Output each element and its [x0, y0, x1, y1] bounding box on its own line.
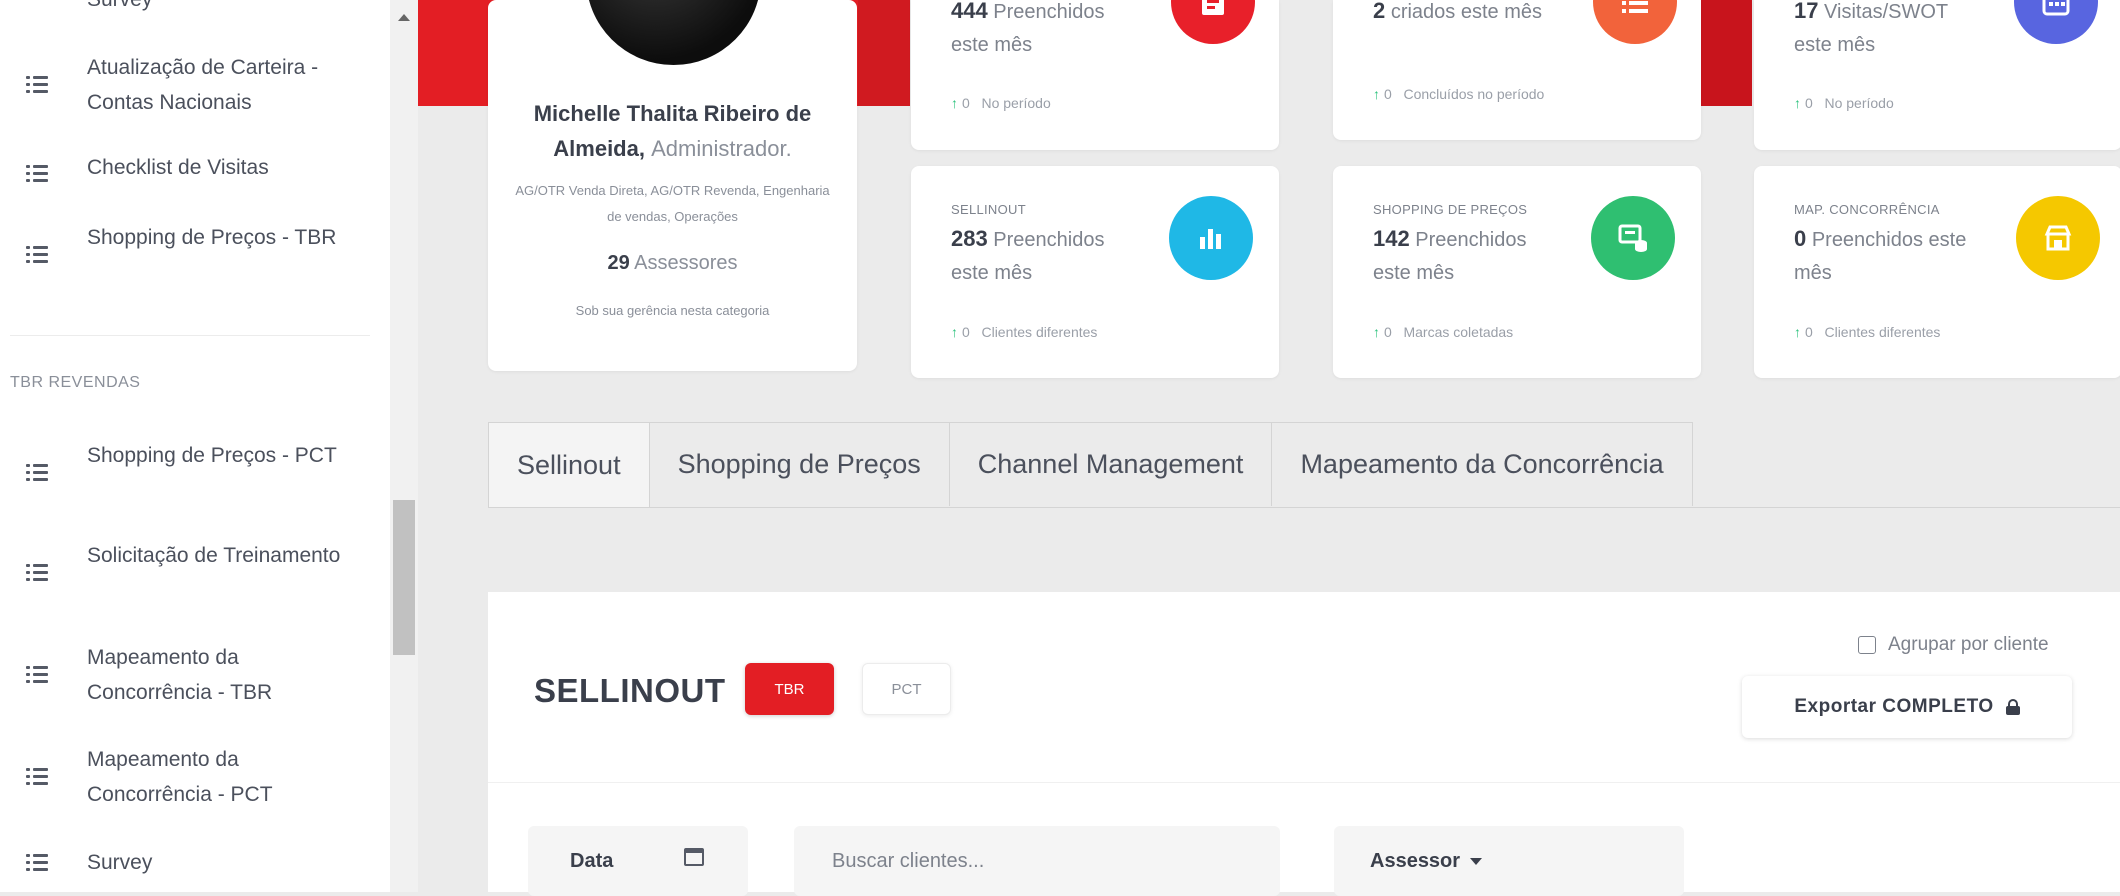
list-icon [26, 464, 48, 482]
stat-value: 2 criados este mês [1373, 0, 1542, 23]
stat-label: SELLINOUT [951, 202, 1026, 217]
stat-card-visits: 17 Visitas/SWOT este mês ↑ 0 No período [1754, 0, 2120, 150]
pct-toggle-button[interactable]: PCT [862, 663, 951, 715]
sidebar-item-mapeamento-tbr[interactable]: Mapeamento da Concorrência - TBR [0, 640, 380, 710]
tab-channel-management[interactable]: Channel Management [948, 422, 1273, 506]
profile-assessor-count: 29 Assessores [488, 252, 857, 275]
list-icon [26, 76, 48, 94]
sidebar-item-label: Mapeamento da Concorrência - PCT [87, 748, 273, 806]
stat-footer: ↑ 0 Concluídos no período [1373, 86, 1545, 102]
sidebar-item-label: Solicitação de Treinamento [87, 544, 341, 567]
panel-title: SELLINOUT [534, 672, 726, 709]
sidebar-item-label: Atualização de Carteira - Contas Naciona… [87, 56, 319, 114]
sidebar-item-shopping-precos-pct[interactable]: Shopping de Preços - PCT [0, 438, 380, 508]
list-icon [26, 165, 48, 183]
lock-icon [2005, 699, 2020, 715]
sidebar-scrollbar[interactable] [390, 0, 418, 892]
caret-down-icon [1470, 857, 1483, 865]
stat-label: MAP. CONCORRÊNCIA [1794, 202, 1940, 217]
scroll-thumb[interactable] [393, 500, 415, 655]
profile-departments: AG/OTR Venda Direta, AG/OTR Revenda, Eng… [515, 183, 830, 224]
tab-bar: Sellinout Shopping de Preços Channel Man… [488, 422, 1693, 508]
profile-subtitle: Sob sua gerência nesta categoria [575, 303, 770, 318]
tab-shopping-precos[interactable]: Shopping de Preços [648, 422, 950, 506]
sidebar-item-label: Shopping de Preços - TBR [87, 226, 337, 249]
stat-value: 142 Preenchidos este mês [1373, 226, 1527, 284]
tab-sellinout[interactable]: Sellinout [488, 422, 650, 508]
sellinout-panel: SELLINOUT TBR PCT Agrupar por cliente Ex… [488, 592, 2120, 896]
stat-card-forms: 444 Preenchidos este mês ↑ 0 No período [911, 0, 1279, 150]
tab-divider [488, 507, 2120, 508]
sidebar-divider [10, 335, 370, 336]
sidebar-item-label: Mapeamento da Concorrência - TBR [87, 646, 273, 704]
checkbox-icon[interactable] [1858, 636, 1876, 654]
stat-card-sellinout: SELLINOUT 283 Preenchidos este mês ↑ 0 Cl… [911, 166, 1279, 378]
search-placeholder: Buscar clientes... [832, 849, 985, 872]
list-icon [26, 0, 48, 12]
profile-role: Administrador. [651, 136, 792, 161]
assessor-dropdown[interactable]: Assessor [1334, 826, 1684, 896]
date-filter[interactable]: Data [528, 826, 748, 896]
sidebar-item-label: Survey [87, 851, 153, 874]
sidebar-item-survey-top[interactable]: Survey [0, 0, 380, 22]
sidebar: Survey Atualização de Carteira - Contas … [0, 0, 390, 892]
profile-card: Michelle Thalita Ribeiro de Almeida, Adm… [488, 0, 857, 371]
profile-name: Michelle Thalita Ribeiro de Almeida, Adm… [533, 101, 812, 161]
export-complete-button[interactable]: Exportar COMPLETO [1742, 676, 2072, 738]
stat-footer: ↑ 0 No período [951, 95, 1051, 111]
stat-footer: ↑ 0 Marcas coletadas [1373, 324, 1514, 340]
stat-card-map-concorrencia: MAP. CONCORRÊNCIA 0 Preenchidos este mês… [1754, 166, 2120, 378]
sidebar-item-survey[interactable]: Survey [0, 845, 380, 881]
tbr-toggle-button[interactable]: TBR [745, 663, 834, 715]
assessor-count-value: 29 [607, 252, 630, 274]
list-icon [26, 564, 48, 582]
sidebar-item-label: Survey [87, 0, 357, 17]
list-icon [26, 246, 48, 264]
stat-footer: ↑ 0 Clientes diferentes [1794, 324, 1941, 340]
export-button-label: Exportar COMPLETO [1794, 696, 1994, 717]
stat-value: 0 Preenchidos este mês [1794, 226, 1967, 284]
assessor-count-label: Assessores [634, 252, 738, 274]
header-banner [858, 0, 910, 106]
list-icon [1593, 0, 1677, 44]
stat-label: SHOPPING DE PREÇOS [1373, 202, 1528, 217]
date-filter-label: Data [570, 849, 614, 872]
sidebar-item-label: Checklist de Visitas [87, 156, 269, 179]
sidebar-item-checklist-visitas[interactable]: Checklist de Visitas [0, 150, 380, 186]
list-icon [26, 768, 48, 786]
bar-chart-icon [1169, 196, 1253, 280]
sidebar-section-title: TBR REVENDAS [10, 374, 141, 391]
document-icon [1171, 0, 1255, 44]
panel-divider [488, 782, 2120, 783]
stat-card-shopping-precos: SHOPPING DE PREÇOS 142 Preenchidos este … [1333, 166, 1701, 378]
stat-value: 283 Preenchidos este mês [951, 226, 1105, 284]
header-banner [1700, 0, 1752, 106]
assessor-dropdown-label: Assessor [1370, 850, 1483, 873]
stat-footer: ↑ 0 No período [1794, 95, 1894, 111]
sidebar-item-shopping-precos-tbr[interactable]: Shopping de Preços - TBR [0, 220, 380, 290]
scroll-up-arrow-icon[interactable] [398, 14, 410, 21]
avatar [586, 0, 761, 65]
tab-mapeamento-concorrencia[interactable]: Mapeamento da Concorrência [1271, 422, 1693, 506]
group-by-client-checkbox[interactable]: Agrupar por cliente [1858, 634, 2049, 656]
client-search-input[interactable]: Buscar clientes... [794, 826, 1280, 896]
list-icon [26, 666, 48, 684]
stat-value: 444 Preenchidos este mês [951, 0, 1105, 56]
calendar-icon [2014, 0, 2098, 44]
price-icon [1591, 196, 1675, 280]
stat-value: 17 Visitas/SWOT este mês [1794, 0, 1948, 56]
calendar-icon[interactable] [684, 848, 704, 866]
stat-footer: ↑ 0 Clientes diferentes [951, 324, 1098, 340]
sidebar-item-atualizacao-carteira[interactable]: Atualização de Carteira - Contas Naciona… [0, 50, 380, 120]
list-icon [26, 854, 48, 872]
stat-card-created: 2 criados este mês ↑ 0 Concluídos no perí… [1333, 0, 1701, 140]
group-by-client-label: Agrupar por cliente [1888, 634, 2049, 655]
sidebar-item-solicitacao-treinamento[interactable]: Solicitação de Treinamento [0, 538, 380, 608]
store-icon [2016, 196, 2100, 280]
sidebar-item-mapeamento-pct[interactable]: Mapeamento da Concorrência - PCT [0, 742, 380, 812]
sidebar-item-label: Shopping de Preços - PCT [87, 444, 337, 467]
